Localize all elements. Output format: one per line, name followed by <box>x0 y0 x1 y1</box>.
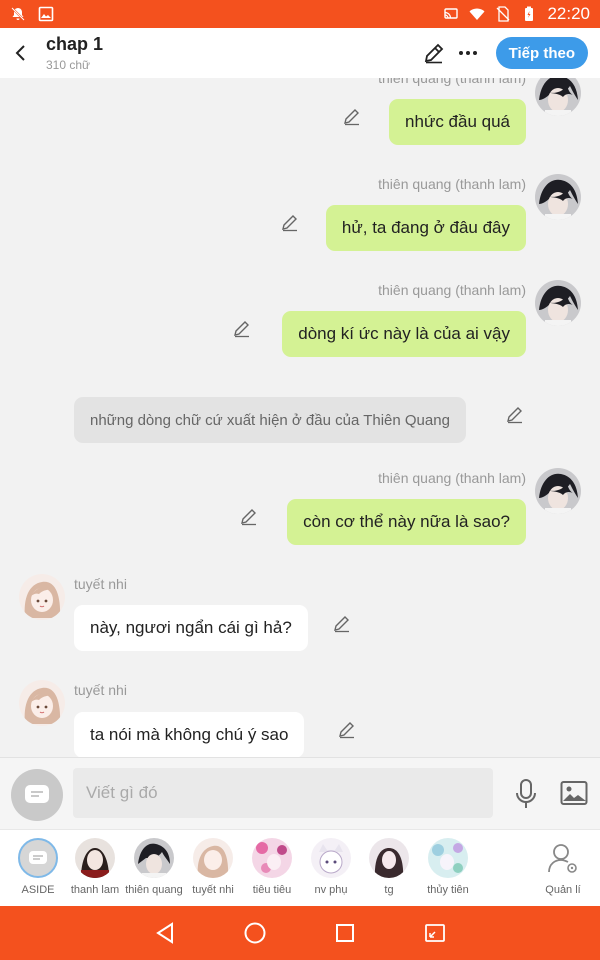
nav-recents-button[interactable] <box>329 917 361 949</box>
character-tuyet-nhi[interactable]: tuyết nhi <box>183 838 243 896</box>
pencil-icon <box>424 43 443 64</box>
image-icon <box>38 6 54 22</box>
avatar <box>311 838 351 878</box>
sender-name: tuyết nhi <box>74 682 127 698</box>
message-bubble[interactable]: ta nói mà không chú ý sao <box>74 712 305 757</box>
page-title: chap 1 <box>46 34 104 54</box>
character-label: ASIDE <box>21 884 55 896</box>
more-icon <box>458 51 477 55</box>
chat-area[interactable]: thiên quang (thanh lam) nhức đầu quá thi… <box>0 78 600 757</box>
home-circle-icon <box>244 922 266 944</box>
character-label: Quản lí <box>545 884 581 896</box>
status-bar: 22:20 <box>0 0 600 28</box>
no-sim-icon <box>496 6 510 22</box>
manage-user-icon <box>548 844 577 873</box>
system-nav-bar <box>0 906 600 960</box>
sender-name: thiên quang (thanh lam) <box>378 282 526 298</box>
clock: 22:20 <box>547 4 590 23</box>
edit-message-icon[interactable] <box>342 106 362 126</box>
nav-back-button[interactable] <box>149 917 181 949</box>
edit-chapter-button[interactable] <box>422 41 446 65</box>
aside-icon <box>18 838 58 878</box>
chat-mode-button[interactable] <box>11 769 63 821</box>
app-header: chap 1 310 chữ Tiếp theo <box>0 28 600 78</box>
character-label: thanh lam <box>70 884 120 896</box>
message-bubble[interactable]: dòng kí ức này là của ai vậy <box>282 311 526 357</box>
chat-mode-icon <box>25 785 49 803</box>
character-label: tiêu tiêu <box>252 884 292 896</box>
word-count: 310 chữ <box>46 58 91 72</box>
recents-square-icon <box>336 924 354 942</box>
battery-icon <box>525 6 534 21</box>
avatar-thien-quang[interactable] <box>535 280 581 326</box>
avatar-thien-quang[interactable] <box>535 174 581 220</box>
microphone-icon[interactable] <box>513 778 539 810</box>
character-tg[interactable]: tg <box>359 838 419 896</box>
sender-name: thiên quang (thanh lam) <box>378 176 526 192</box>
character-label: nv phụ <box>314 884 348 896</box>
character-tieu-tieu[interactable]: tiêu tiêu <box>242 838 302 896</box>
edit-message-icon[interactable] <box>337 719 357 739</box>
avatar <box>252 838 292 878</box>
chapter-title-box: chap 1 310 chữ <box>46 34 103 72</box>
avatar-tuyet-nhi[interactable] <box>19 680 65 726</box>
avatar <box>193 838 233 878</box>
message-bubble[interactable]: nhức đầu quá <box>389 99 526 145</box>
nav-screen-button[interactable] <box>419 917 451 949</box>
message-bubble[interactable]: hử, ta đang ở đâu đây <box>325 205 526 251</box>
back-icon <box>15 45 25 61</box>
avatar <box>369 838 409 878</box>
character-label: thủy tiên <box>427 884 469 896</box>
avatar-tuyet-nhi[interactable] <box>19 574 65 620</box>
manage-characters-button[interactable]: Quản lí <box>533 838 593 896</box>
character-label: tuyết nhi <box>192 884 234 896</box>
cast-icon <box>444 8 459 19</box>
wifi-icon <box>469 8 485 20</box>
edit-message-icon[interactable] <box>332 613 352 633</box>
narration-bubble[interactable]: những dòng chữ cứ xuất hiện ở đầu của Th… <box>74 397 466 443</box>
edit-message-icon[interactable] <box>232 318 252 338</box>
edit-message-icon[interactable] <box>280 212 300 232</box>
back-button[interactable] <box>2 28 38 78</box>
screen-icon <box>425 924 445 942</box>
avatar <box>134 838 174 878</box>
next-chapter-button[interactable]: Tiếp theo <box>495 37 588 69</box>
character-aside[interactable]: ASIDE <box>8 838 68 896</box>
nav-home-button[interactable] <box>239 917 271 949</box>
message-input[interactable] <box>73 768 493 818</box>
back-triangle-icon <box>156 922 173 944</box>
edit-message-icon[interactable] <box>239 506 259 526</box>
avatar <box>75 838 115 878</box>
avatar-thien-quang[interactable] <box>535 468 581 514</box>
image-icon[interactable] <box>560 780 588 806</box>
edit-message-icon[interactable] <box>505 404 525 424</box>
character-strip: ASIDE thanh lam thiên quang tuyết nhi ti… <box>0 829 600 906</box>
character-nv-phu[interactable]: nv phụ <box>301 838 361 896</box>
notifications-off-icon <box>11 7 25 21</box>
avatar <box>428 838 468 878</box>
more-button[interactable] <box>456 41 480 65</box>
sender-name: tuyết nhi <box>74 576 127 592</box>
composer-bar <box>0 757 600 829</box>
character-thien-quang[interactable]: thiên quang <box>124 838 184 896</box>
character-thuy-tien[interactable]: thủy tiên <box>418 838 478 896</box>
sender-name: thiên quang (thanh lam) <box>378 78 526 86</box>
avatar-thien-quang[interactable] <box>535 78 581 116</box>
message-bubble[interactable]: này, ngươi ngẩn cái gì hả? <box>74 605 308 651</box>
message-bubble[interactable]: còn cơ thể này nữa là sao? <box>287 499 526 545</box>
sender-name: thiên quang (thanh lam) <box>378 470 526 486</box>
character-label: tg <box>384 884 394 896</box>
character-label: thiên quang <box>125 884 183 896</box>
character-thanh-lam[interactable]: thanh lam <box>65 838 125 896</box>
